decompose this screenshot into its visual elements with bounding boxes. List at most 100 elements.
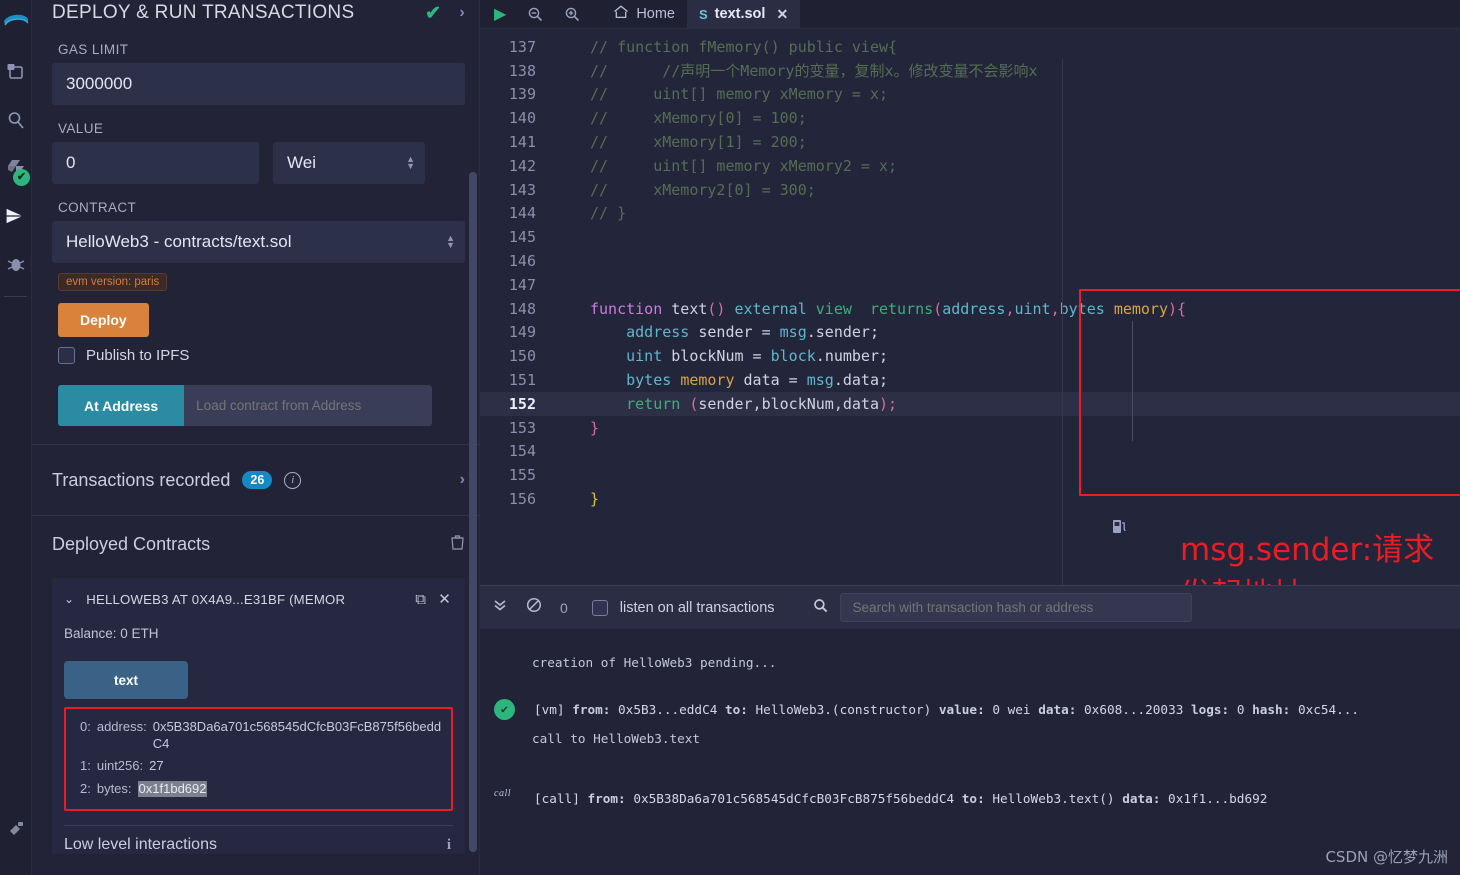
collapse-terminal-icon[interactable]: [492, 597, 508, 618]
code-line[interactable]: 150 uint blockNum = block.number;: [480, 344, 1460, 368]
code-line[interactable]: 149 address sender = msg.sender;: [480, 321, 1460, 345]
at-address-input[interactable]: [184, 385, 432, 426]
code-line[interactable]: 152 return (sender,blockNum,data);: [480, 391, 1460, 416]
trash-icon[interactable]: [450, 534, 465, 555]
transaction-search-input[interactable]: [839, 593, 1192, 622]
zoom-in-icon[interactable]: [564, 6, 580, 22]
value-input[interactable]: [52, 142, 259, 184]
code-line[interactable]: 145: [480, 225, 1460, 249]
contract-card-header[interactable]: ⌄ HELLOWEB3 AT 0X4A9...E31BF (MEMOR ⧉ ✕: [52, 590, 465, 609]
plugin-manager-icon[interactable]: [0, 805, 32, 853]
code-line[interactable]: 154: [480, 440, 1460, 464]
page-title: DEPLOY & RUN TRANSACTIONS: [52, 2, 355, 23]
low-level-interactions-section[interactable]: Low level interactions i: [52, 826, 465, 854]
chevron-right-icon[interactable]: ›: [459, 4, 465, 22]
decoded-row: 1: uint256: 27: [66, 755, 451, 778]
gutter-divider: [1062, 59, 1063, 585]
chevron-right-icon[interactable]: ›: [460, 471, 465, 489]
code-line[interactable]: 155: [480, 463, 1460, 487]
line-number: 143: [508, 180, 536, 199]
remix-logo-icon[interactable]: [0, 0, 32, 48]
copy-icon[interactable]: ⧉: [415, 591, 426, 608]
line-number: 137: [508, 37, 536, 56]
close-icon[interactable]: ✕: [776, 6, 788, 23]
search-icon[interactable]: [813, 598, 828, 617]
terminal-log-vm[interactable]: ✔ [vm] from: 0x5B3...eddC4 to: HelloWeb3…: [480, 699, 1460, 720]
contract-select[interactable]: [52, 221, 465, 263]
code-line[interactable]: 139 // uint[] memory xMemory = x;: [480, 83, 1460, 107]
code-line[interactable]: 143 // xMemory2[0] = 300;: [480, 178, 1460, 202]
code-lines: 137 // function fMemory() public view{138…: [480, 29, 1460, 511]
code-line[interactable]: 153}: [480, 416, 1460, 440]
value-unit-select[interactable]: [273, 142, 425, 184]
search-icon[interactable]: [0, 96, 32, 144]
deploy-fields: GAS LIMIT VALUE ▲▼ CONTRACT ▲▼ evm versi…: [32, 42, 479, 426]
code-text: function text() external view returns(ad…: [590, 299, 1187, 318]
deploy-run-panel: DEPLOY & RUN TRANSACTIONS ✔ › GAS LIMIT …: [32, 0, 480, 875]
text-method-button[interactable]: text: [64, 661, 188, 699]
decoded-type: address:: [96, 719, 147, 734]
run-icon[interactable]: ▶: [494, 4, 506, 24]
code-editor[interactable]: 137 // function fMemory() public view{138…: [480, 29, 1460, 585]
code-line[interactable]: 137 // function fMemory() public view{: [480, 35, 1460, 59]
code-text: }: [590, 418, 600, 437]
decoded-value: 27: [149, 758, 164, 773]
listen-all-transactions-checkbox[interactable]: [591, 599, 608, 616]
close-icon[interactable]: ✕: [438, 590, 451, 608]
debugger-icon[interactable]: [0, 240, 32, 288]
terminal-toolbar: 0 listen on all transactions: [480, 585, 1460, 629]
publish-ipfs-row[interactable]: Publish to IPFS: [58, 347, 465, 364]
low-level-label: Low level interactions: [64, 836, 217, 853]
decoded-index: 1:: [80, 758, 91, 773]
terminal-log-text: [call] from: 0x5B38Da6a701c568545dCfcB03…: [534, 791, 1268, 806]
code-line[interactable]: 140 // xMemory[0] = 100;: [480, 106, 1460, 130]
info-icon[interactable]: i: [284, 471, 302, 489]
value-unit-select-wrap: ▲▼: [273, 142, 425, 184]
value-row: ▲▼: [52, 142, 465, 184]
deploy-button[interactable]: Deploy: [58, 303, 149, 337]
decoded-row: 0: address: 0x5B38Da6a701c568545dCfcB03F…: [66, 716, 451, 755]
evm-version-badge: evm version: paris: [58, 273, 168, 291]
line-number: 142: [508, 156, 536, 175]
code-line[interactable]: 138 // //声明一个Memory的变量，复制x。修改变量不会影响x: [480, 59, 1460, 83]
code-line[interactable]: 151 bytes memory data = msg.data;: [480, 368, 1460, 392]
code-line[interactable]: 144 // }: [480, 202, 1460, 226]
code-text: bytes memory data = msg.data;: [626, 371, 889, 390]
line-number: 151: [508, 371, 536, 390]
solidity-compiler-icon[interactable]: ✔: [0, 144, 32, 192]
code-line[interactable]: 142 // uint[] memory xMemory2 = x;: [480, 154, 1460, 178]
panel-scrollbar[interactable]: [469, 172, 477, 852]
line-number: 156: [508, 490, 536, 509]
terminal-output[interactable]: creation of HelloWeb3 pending... ✔ [vm] …: [480, 629, 1460, 875]
code-text: // uint[] memory xMemory = x;: [590, 85, 889, 104]
tab-text-sol[interactable]: S text.sol ✕: [687, 0, 801, 29]
clear-terminal-icon[interactable]: [526, 597, 542, 618]
terminal-log-text: [vm] from: 0x5B3...eddC4 to: HelloWeb3.(…: [534, 702, 1360, 717]
chevron-down-icon[interactable]: ⌄: [64, 592, 74, 606]
publish-ipfs-label: Publish to IPFS: [86, 347, 190, 364]
code-line[interactable]: 148 function text() external view returns…: [480, 297, 1460, 321]
code-line[interactable]: 147: [480, 273, 1460, 297]
publish-ipfs-checkbox[interactable]: [58, 347, 75, 364]
terminal-line: call to HelloWeb3.text: [532, 731, 701, 746]
terminal-log-call[interactable]: call [call] from: 0x5B38Da6a701c568545dC…: [480, 788, 1460, 809]
code-line[interactable]: 146: [480, 249, 1460, 273]
code-text: // xMemory[0] = 100;: [590, 109, 807, 128]
line-number: 153: [508, 418, 536, 437]
decoded-value: 0x1f1bd692: [137, 780, 208, 797]
info-icon[interactable]: i: [447, 837, 451, 854]
at-address-button[interactable]: At Address: [58, 385, 185, 426]
transactions-recorded-section[interactable]: Transactions recorded 26 i ›: [32, 445, 479, 515]
line-number: 138: [508, 61, 536, 80]
file-explorer-icon[interactable]: [0, 48, 32, 96]
deploy-run-icon[interactable]: [0, 192, 32, 240]
line-number: 146: [508, 252, 536, 271]
code-line[interactable]: 156}: [480, 487, 1460, 511]
at-address-row: At Address: [58, 385, 432, 426]
gas-limit-input[interactable]: [52, 63, 465, 105]
contract-label: CONTRACT: [58, 200, 137, 215]
tab-home-label: Home: [636, 6, 675, 22]
tab-home[interactable]: Home: [601, 0, 687, 29]
code-line[interactable]: 141 // xMemory[1] = 200;: [480, 130, 1460, 154]
zoom-out-icon[interactable]: [527, 6, 543, 22]
